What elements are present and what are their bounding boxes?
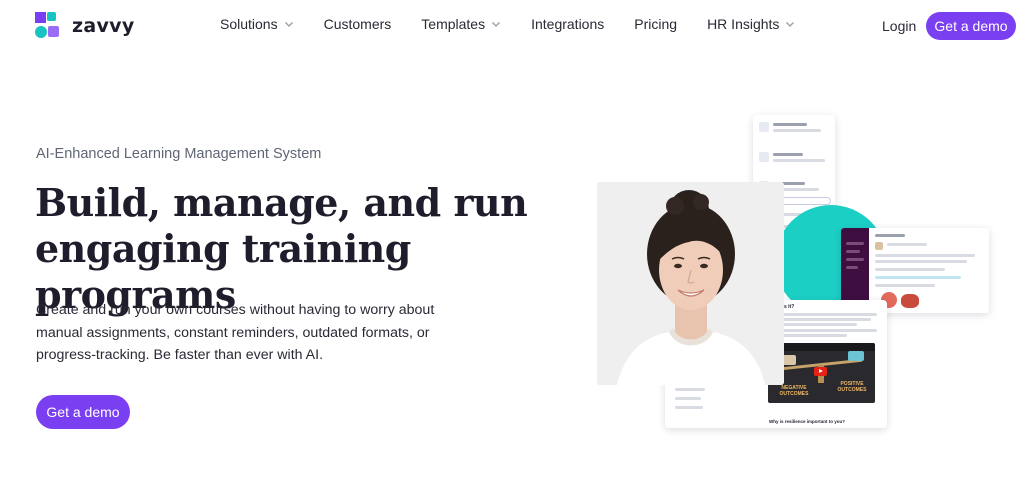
- subtext-line-1: Create and run your own courses without …: [36, 302, 435, 318]
- headline-line-1: Build, manage, and run: [35, 180, 528, 225]
- nav-item-integrations[interactable]: Integrations: [531, 16, 604, 32]
- nav-item-label: Templates: [421, 16, 486, 32]
- get-demo-header-button[interactable]: Get a demo: [926, 12, 1016, 40]
- article-footer: Why is resilience important to you?: [769, 419, 846, 424]
- nav-item-label: Customers: [323, 16, 392, 32]
- video-label-negative: NEGATIVE OUTCOMES: [779, 385, 809, 397]
- brand-logo[interactable]: zavvy: [35, 12, 135, 40]
- logo-mark-icon: [35, 12, 63, 40]
- nav-item-customers[interactable]: Customers: [324, 16, 392, 32]
- get-demo-hero-button[interactable]: Get a demo: [36, 395, 130, 429]
- hero-eyebrow: AI-Enhanced Learning Management System: [36, 146, 322, 162]
- chevron-down-icon: [491, 19, 501, 29]
- video-thumbnail[interactable]: NEGATIVE OUTCOMES POSITIVE OUTCOMES: [768, 343, 875, 403]
- chevron-down-icon: [284, 19, 294, 29]
- chevron-down-icon: [785, 19, 795, 29]
- nav-item-pricing[interactable]: Pricing: [634, 16, 677, 32]
- hero-subtext: Create and run your own courses without …: [36, 299, 466, 367]
- subtext-line-2: manual assignments, constant reminders, …: [36, 324, 430, 341]
- login-link[interactable]: Login: [882, 18, 916, 34]
- hero-headline: Build, manage, and run engaging training…: [35, 180, 575, 318]
- nav-item-templates[interactable]: Templates: [421, 16, 501, 32]
- main-nav: Solutions Customers Templates Integratio…: [220, 16, 825, 32]
- nav-item-label: Solutions: [220, 16, 278, 32]
- portrait-photo: [597, 182, 784, 385]
- video-label-positive: POSITIVE OUTCOMES: [837, 381, 867, 393]
- subtext-line-3: progress-tracking. Be faster than ever w…: [36, 347, 324, 363]
- nav-item-hr-insights[interactable]: HR Insights: [707, 16, 795, 32]
- nav-item-label: Integrations: [531, 16, 605, 32]
- woman-portrait-icon: [597, 182, 784, 385]
- brand-name: zavvy: [72, 15, 135, 37]
- nav-item-label: Pricing: [634, 16, 678, 32]
- site-header: zavvy Solutions Customers Templates Inte…: [0, 0, 1025, 52]
- nav-item-solutions[interactable]: Solutions: [220, 16, 294, 32]
- play-icon[interactable]: [814, 367, 827, 376]
- nav-item-label: HR Insights: [707, 16, 780, 32]
